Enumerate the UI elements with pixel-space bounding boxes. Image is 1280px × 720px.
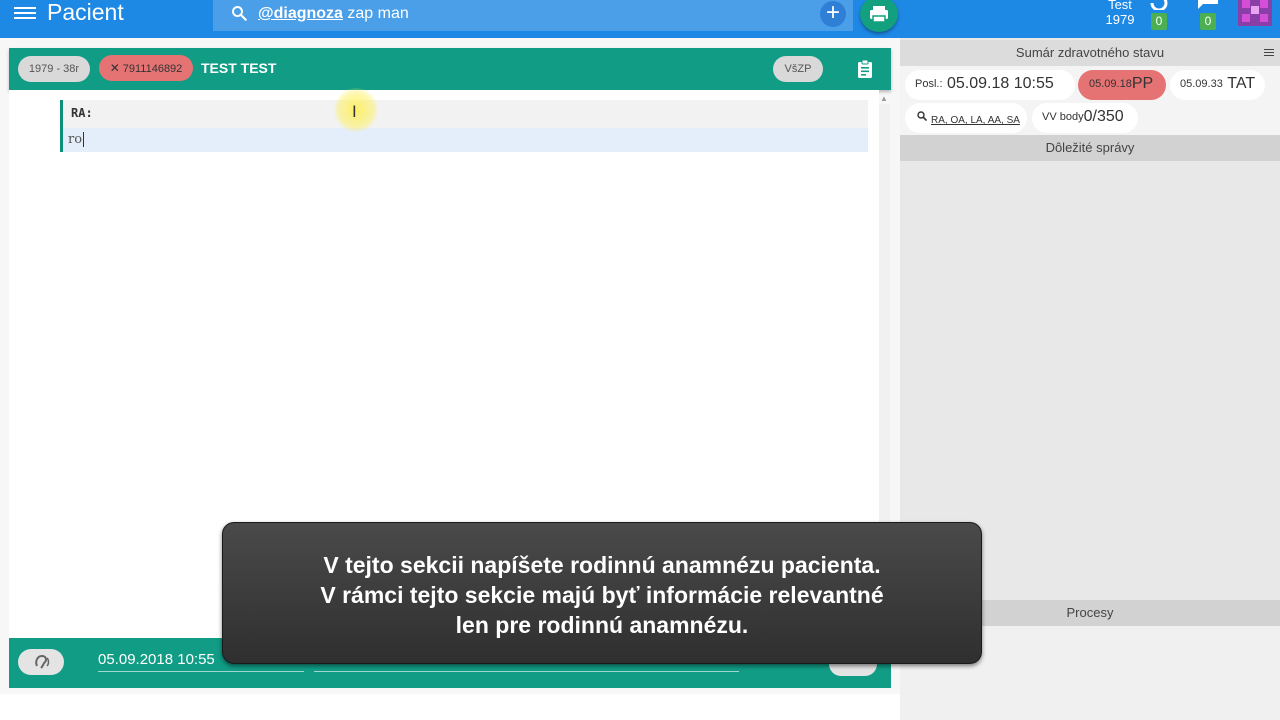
search-query: zap man — [342, 5, 409, 22]
family-history-input[interactable]: ro — [60, 128, 868, 152]
add-button[interactable]: + — [820, 1, 846, 27]
tat-label: TAT — [1227, 75, 1256, 92]
vv-points-pill[interactable]: VV body0/350 — [1032, 103, 1138, 133]
summary-title: Sumár zdravotného stavu — [1015, 45, 1165, 60]
clipboard-icon[interactable] — [857, 59, 873, 79]
text-cursor-icon: I — [352, 102, 357, 121]
last-visit-value: 05.09.18 10:55 — [946, 75, 1054, 92]
hamburger-icon[interactable] — [1264, 47, 1274, 58]
chat-icon[interactable] — [1197, 0, 1219, 10]
user-info[interactable]: Test 1979 — [1100, 0, 1140, 27]
page-title: Pacient — [47, 0, 124, 25]
history-links-pill[interactable]: RA, OA, LA, AA, SA — [905, 103, 1027, 133]
summary-header: Sumár zdravotného stavu — [900, 40, 1280, 66]
user-name: Test — [1108, 0, 1132, 12]
footer-note-field[interactable] — [314, 671, 739, 672]
patient-name: TEST TEST — [201, 60, 277, 76]
avatar[interactable] — [1238, 0, 1272, 26]
search-icon — [232, 6, 247, 21]
ear-icon — [35, 654, 50, 669]
search-bar[interactable]: @diagnoza zap man — [213, 0, 853, 31]
tat-date: 05.09.33 — [1180, 78, 1223, 90]
caption-line-2: V rámci tejto sekcie majú byť informácie… — [320, 582, 884, 608]
print-button[interactable] — [860, 0, 898, 32]
patient-age-chip[interactable]: 1979 - 38r — [18, 56, 90, 82]
family-history-section: RA: — [60, 100, 868, 128]
caption-line-1: V tejto sekcii napíšete rodinnú anamnézu… — [323, 552, 881, 578]
tat-pill[interactable]: 05.09.33 TAT — [1170, 70, 1265, 100]
important-messages-header[interactable]: Dôležité správy — [900, 135, 1280, 161]
patient-id-chip[interactable]: ✕ 7911146892 — [99, 55, 193, 81]
sync-icon[interactable] — [1148, 0, 1170, 10]
input-value: ro — [68, 132, 85, 147]
tutorial-caption: V tejto sekcii napíšete rodinnú anamnézu… — [222, 522, 982, 664]
menu-icon[interactable] — [14, 4, 36, 22]
status-strip — [0, 694, 900, 720]
print-icon — [870, 6, 888, 23]
close-icon[interactable]: ✕ — [110, 61, 120, 75]
patient-id: 7911146892 — [122, 63, 183, 75]
last-visit-pill[interactable]: Posl.: 05.09.18 10:55 — [905, 70, 1075, 100]
section-label: RA: — [71, 106, 93, 120]
top-app-bar: Pacient @diagnoza zap man + Test 1979 0 … — [0, 0, 1280, 38]
pp-label: PP — [1131, 75, 1154, 92]
search-input[interactable]: @diagnoza zap man — [258, 5, 409, 23]
search-keyword: @diagnoza — [258, 5, 343, 22]
vv-prefix: VV body — [1042, 111, 1084, 123]
last-visit-prefix: Posl.: — [915, 78, 943, 90]
caption-line-3: len pre rodinnú anamnézu. — [455, 612, 749, 638]
sync-count-badge: 0 — [1151, 13, 1167, 30]
summary-area: Posl.: 05.09.18 10:55 05.09.18PP 05.09.3… — [900, 66, 1280, 135]
vv-value: 0/350 — [1083, 108, 1124, 125]
history-links[interactable]: RA, OA, LA, AA, SA — [931, 115, 1020, 126]
insurance-chip[interactable]: VšZP — [773, 56, 823, 82]
dictation-button[interactable] — [18, 649, 64, 675]
messages-count-badge: 0 — [1200, 13, 1216, 30]
search-small-icon — [917, 111, 928, 122]
scroll-up-arrow[interactable]: ▲ — [878, 94, 890, 104]
patient-header: 1979 - 38r ✕ 7911146892 TEST TEST VšZP — [9, 48, 891, 90]
pp-pill[interactable]: 05.09.18PP — [1078, 70, 1166, 100]
pp-date: 05.09.18 — [1089, 78, 1132, 90]
user-year: 1979 — [1105, 12, 1135, 27]
